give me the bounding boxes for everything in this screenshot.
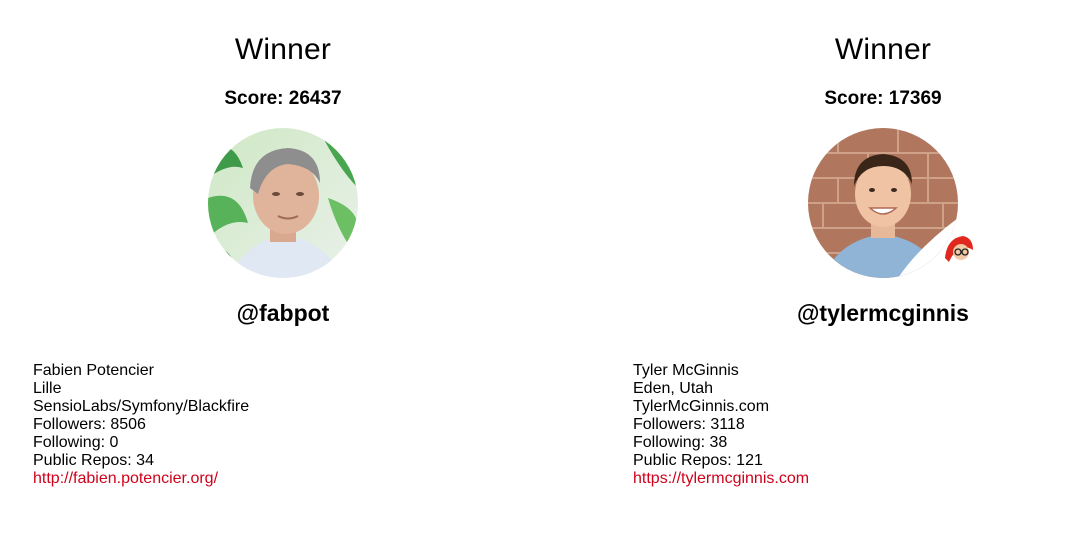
score-label: Score: 26437	[224, 88, 342, 109]
mascot-badge-icon	[939, 228, 979, 268]
avatar-photo-icon	[808, 128, 958, 278]
player-card-one: Winner Score: 26437 @fabpot Fabien Poten…	[33, 0, 533, 542]
profile-name: Fabien Potencier	[33, 362, 154, 379]
avatar	[208, 128, 358, 278]
profile-name: Tyler McGinnis	[633, 362, 739, 379]
profile-blog-link[interactable]: https://tylermcginnis.com	[633, 470, 809, 487]
profile-company: SensioLabs/Symfony/Blackfire	[33, 398, 250, 415]
result-header: Winner	[834, 33, 932, 66]
profile-company: TylerMcGinnis.com	[633, 398, 770, 415]
result-header: Winner	[234, 33, 332, 66]
profile-public-repos: Public Repos: 121	[633, 452, 763, 469]
profile-location: Eden, Utah	[633, 380, 714, 397]
profile-public-repos: Public Repos: 34	[33, 452, 154, 469]
profile-blog-link[interactable]: http://fabien.potencier.org/	[33, 470, 218, 487]
avatar-photo-icon	[208, 128, 358, 278]
profile-info: Fabien Potencier Lille SensioLabs/Symfon…	[33, 362, 513, 488]
avatar	[808, 128, 958, 278]
battle-results: Winner Score: 26437 @fabpot Fabien Poten…	[0, 0, 1088, 542]
profile-following: Following: 38	[633, 434, 728, 451]
username-handle: @fabpot	[236, 300, 330, 326]
player-card-two: Winner Score: 17369 @tylermcginnis Tyler…	[633, 0, 1088, 542]
profile-followers: Followers: 8506	[33, 416, 146, 433]
score-label: Score: 17369	[824, 88, 942, 109]
profile-following: Following: 0	[33, 434, 119, 451]
username-handle: @tylermcginnis	[797, 300, 969, 326]
profile-info: Tyler McGinnis Eden, Utah TylerMcGinnis.…	[633, 362, 1088, 488]
profile-location: Lille	[33, 380, 62, 397]
profile-followers: Followers: 3118	[633, 416, 745, 433]
